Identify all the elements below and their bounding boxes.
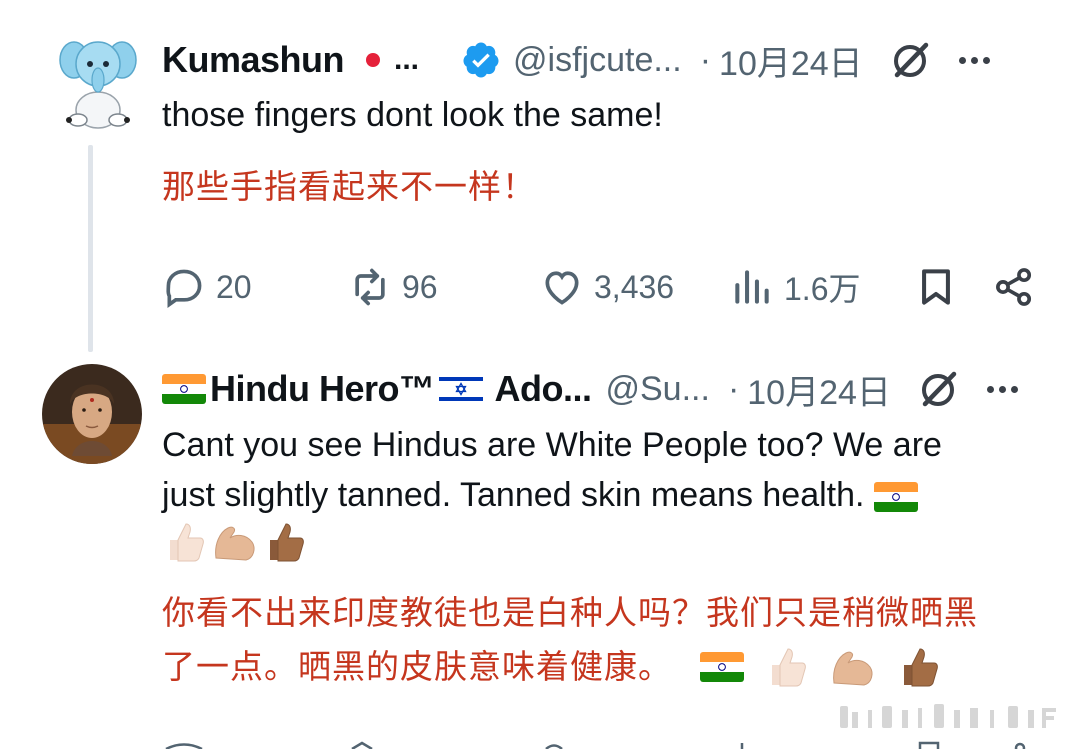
tweet-date[interactable]: 10月24日: [747, 365, 891, 414]
views-icon: [735, 270, 769, 304]
display-name[interactable]: Kumashun: [162, 39, 345, 81]
thread-connector-line: [88, 145, 93, 352]
next-tweet-action-bar-cropped: [165, 741, 1026, 749]
reply-icon: [166, 269, 202, 308]
flexed-biceps-icon: [215, 526, 255, 561]
tweet2-translation: 你看不出来印度教徒也是白种人吗？我们只是稍微晒黑 了一点。晒黑的皮肤意味着健康。: [162, 586, 1052, 694]
tweet1-header: Kumashun ... @isfjcute... · 10月24日: [162, 37, 1042, 83]
avatar-kumashun[interactable]: [56, 30, 140, 134]
like-button[interactable]: 3,436: [540, 262, 674, 312]
tweet1-action-bar: 20 96 3,436 1.6万: [162, 262, 1042, 312]
thumbs-up-icon: [170, 523, 204, 562]
reply-button[interactable]: 20: [162, 262, 252, 312]
separator-dot: ·: [699, 40, 712, 79]
like-count: 3,436: [594, 268, 675, 305]
red-circle-emoji: [366, 53, 381, 67]
thumbs-up-icon: [270, 523, 304, 562]
display-name[interactable]: Hindu Hero™: [210, 368, 435, 410]
separator-dot: ·: [727, 369, 740, 408]
india-flag-icon: [873, 482, 918, 513]
tweet2-translation-line2: 了一点。晒黑的皮肤意味着健康。: [162, 640, 1052, 694]
like-icon: [545, 271, 579, 305]
grok-icon[interactable]: [917, 368, 959, 410]
tweet2-text-line2: just slightly tanned. Tanned skin means …: [162, 470, 1042, 520]
tweet1-text: those fingers dont look the same!: [162, 96, 663, 134]
share-button[interactable]: [992, 262, 1046, 312]
bookmark-icon: [922, 269, 950, 305]
name-ellipsis: ...: [394, 43, 420, 76]
tweet2-emoji-row: [164, 520, 306, 564]
verified-badge-icon[interactable]: [461, 40, 501, 80]
repost-count: 96: [402, 268, 438, 305]
views-button[interactable]: 1.6万: [730, 262, 861, 312]
flexed-biceps-icon: [833, 651, 873, 686]
repost-icon: [355, 268, 385, 306]
tweet2-translation-line1: 你看不出来印度教徒也是白种人吗？我们只是稍微晒黑: [162, 594, 978, 631]
thumbs-up-icon: [772, 648, 806, 687]
india-flag-icon: [162, 374, 206, 404]
repost-button[interactable]: 96: [348, 262, 438, 312]
tweet2-text: Cant you see Hindus are White People too…: [162, 420, 1042, 520]
india-flag-icon: [700, 652, 744, 682]
reply-count: 20: [216, 268, 252, 305]
more-icon[interactable]: [986, 385, 1018, 393]
israel-flag-icon: [438, 374, 483, 404]
tweet2-header: Hindu Hero™ Ado... @Su... · 10月24日: [162, 366, 1042, 412]
tweet2-translation-line2-content: 了一点。晒黑的皮肤意味着健康。: [162, 648, 672, 685]
views-count: 1.6万: [784, 271, 861, 307]
tweet1-translation: 那些手指看起来不一样！: [162, 168, 536, 205]
watermark-graphic: [840, 704, 1056, 728]
grok-icon[interactable]: [889, 39, 931, 81]
bookmark-button[interactable]: [914, 262, 968, 312]
more-icon[interactable]: [958, 56, 990, 64]
tweet-date[interactable]: 10月24日: [719, 36, 863, 85]
handle[interactable]: @isfjcute...: [513, 41, 682, 80]
tweet2-text-line2-content: just slightly tanned. Tanned skin means …: [162, 476, 865, 514]
display-name-truncated[interactable]: Ado...: [495, 368, 592, 410]
tweet2-text-line1: Cant you see Hindus are White People too…: [162, 426, 942, 464]
handle[interactable]: @Su...: [605, 370, 709, 409]
thumbs-up-icon: [904, 648, 938, 687]
avatar-hindu-hero[interactable]: [42, 364, 142, 464]
share-icon: [996, 268, 1032, 306]
